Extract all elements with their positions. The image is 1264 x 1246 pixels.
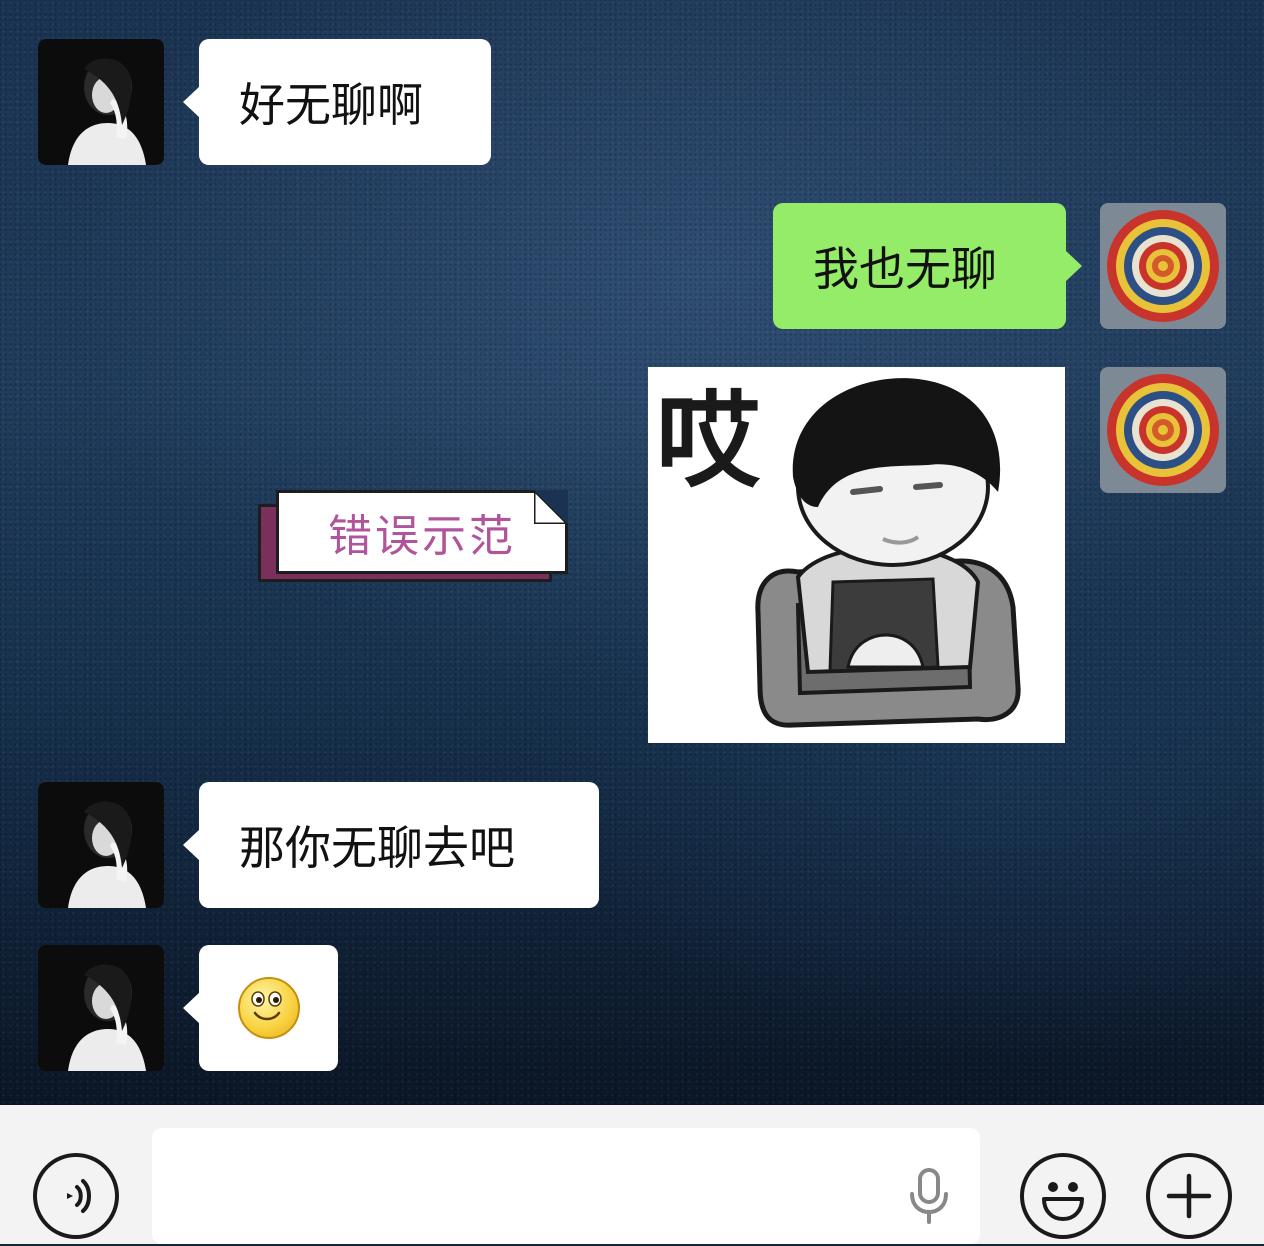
- message-bubble-sent[interactable]: 我也无聊: [773, 203, 1082, 329]
- emoji-button[interactable]: [1020, 1153, 1106, 1239]
- message-text: 好无聊啊: [239, 78, 423, 132]
- cartoon-figure-illustration: [755, 378, 1021, 728]
- contact-avatar[interactable]: [38, 782, 164, 908]
- sticker-image[interactable]: 哎: [648, 367, 1065, 743]
- plus-icon: [1166, 1173, 1212, 1219]
- message-input[interactable]: [172, 1128, 876, 1246]
- wrong-example-label: 错误示范: [258, 490, 570, 585]
- message-text: 那你无聊去吧: [239, 821, 515, 875]
- my-avatar[interactable]: [1100, 203, 1226, 329]
- microphone-icon[interactable]: [904, 1166, 954, 1226]
- message-input-field[interactable]: [152, 1128, 980, 1246]
- message-bubble-received[interactable]: [183, 945, 338, 1071]
- contact-avatar[interactable]: [38, 39, 164, 165]
- message-bubble-received[interactable]: 好无聊啊: [183, 39, 491, 165]
- voice-button[interactable]: [33, 1153, 119, 1239]
- voice-icon: [67, 1179, 91, 1213]
- message-bubble-received[interactable]: 那你无聊去吧: [183, 782, 599, 908]
- smile-emoji-icon: [237, 977, 300, 1039]
- emoji-face-icon: [1042, 1182, 1084, 1221]
- plus-button[interactable]: [1146, 1153, 1232, 1239]
- contact-avatar[interactable]: [38, 945, 164, 1071]
- message-text: 我也无聊: [813, 242, 997, 296]
- label-text: 错误示范: [276, 490, 568, 574]
- chat-background: [0, 0, 1264, 1105]
- my-avatar[interactable]: [1100, 367, 1226, 493]
